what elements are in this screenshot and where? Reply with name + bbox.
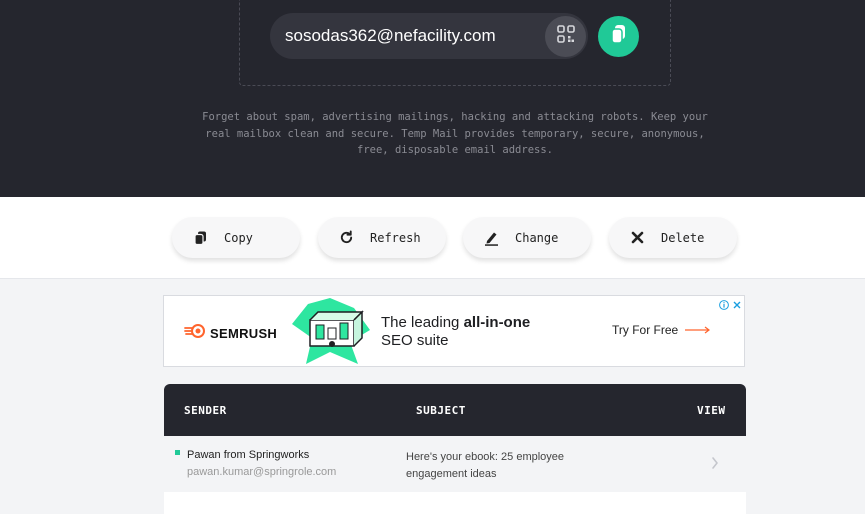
copy-email-button[interactable] — [598, 16, 639, 57]
copy-icon — [610, 24, 628, 49]
ad-headline-pre: The leading — [381, 314, 464, 331]
hero-section: sosodas362@nefacility.com Forget about s… — [0, 0, 865, 197]
change-button-label: Change — [515, 230, 559, 245]
ad-close-icon[interactable] — [732, 297, 742, 315]
inbox-body — [164, 492, 746, 514]
close-icon — [629, 230, 645, 246]
edit-icon — [483, 230, 499, 246]
column-header-subject: SUBJECT — [416, 404, 466, 417]
qr-code-button[interactable] — [545, 16, 586, 57]
ad-illustration — [292, 298, 372, 366]
refresh-button-label: Refresh — [370, 230, 421, 245]
refresh-button[interactable]: Refresh — [318, 217, 446, 258]
ad-cta-label: Try For Free — [612, 323, 679, 337]
change-button[interactable]: Change — [463, 217, 591, 258]
delete-button[interactable]: Delete — [609, 217, 737, 258]
ad-cta-link[interactable]: Try For Free — [612, 323, 711, 337]
ad-brand: SEMRUSH — [184, 324, 277, 343]
copy-icon — [192, 230, 208, 246]
ad-headline: The leading all-in-one SEO suite — [381, 314, 530, 350]
hero-description: Forget about spam, advertising mailings,… — [202, 111, 708, 156]
sender-name: Pawan from Springworks — [187, 449, 310, 461]
ad-choices[interactable] — [719, 297, 742, 315]
message-row[interactable]: Pawan from Springworks pawan.kumar@sprin… — [164, 436, 746, 492]
refresh-icon — [338, 230, 354, 246]
column-header-view: VIEW — [697, 404, 726, 417]
semrush-logo-icon — [184, 324, 206, 343]
chevron-right-icon[interactable] — [710, 455, 720, 476]
sender-email: pawan.kumar@springrole.com — [187, 466, 337, 478]
ad-headline-bold: all-in-one — [463, 314, 531, 331]
unread-indicator — [175, 450, 180, 455]
inbox-header: SENDER SUBJECT VIEW — [164, 384, 746, 436]
ad-info-icon[interactable] — [719, 297, 729, 315]
copy-button[interactable]: Copy — [172, 217, 300, 258]
delete-button-label: Delete — [661, 230, 705, 245]
copy-button-label: Copy — [224, 230, 253, 245]
qr-code-icon — [556, 24, 576, 49]
ad-banner[interactable]: SEMRUSH The leading all-in-one SEO suite… — [163, 295, 745, 367]
ad-headline-post: SEO suite — [381, 332, 449, 349]
column-header-sender: SENDER — [184, 404, 227, 417]
message-subject: Here's your ebook: 25 employee engagemen… — [406, 451, 565, 480]
email-address[interactable]: sosodas362@nefacility.com — [285, 26, 496, 46]
ad-brand-name: SEMRUSH — [210, 326, 278, 341]
action-bar: Copy Refresh Change Delete — [0, 197, 865, 279]
arrow-right-icon — [685, 326, 711, 334]
